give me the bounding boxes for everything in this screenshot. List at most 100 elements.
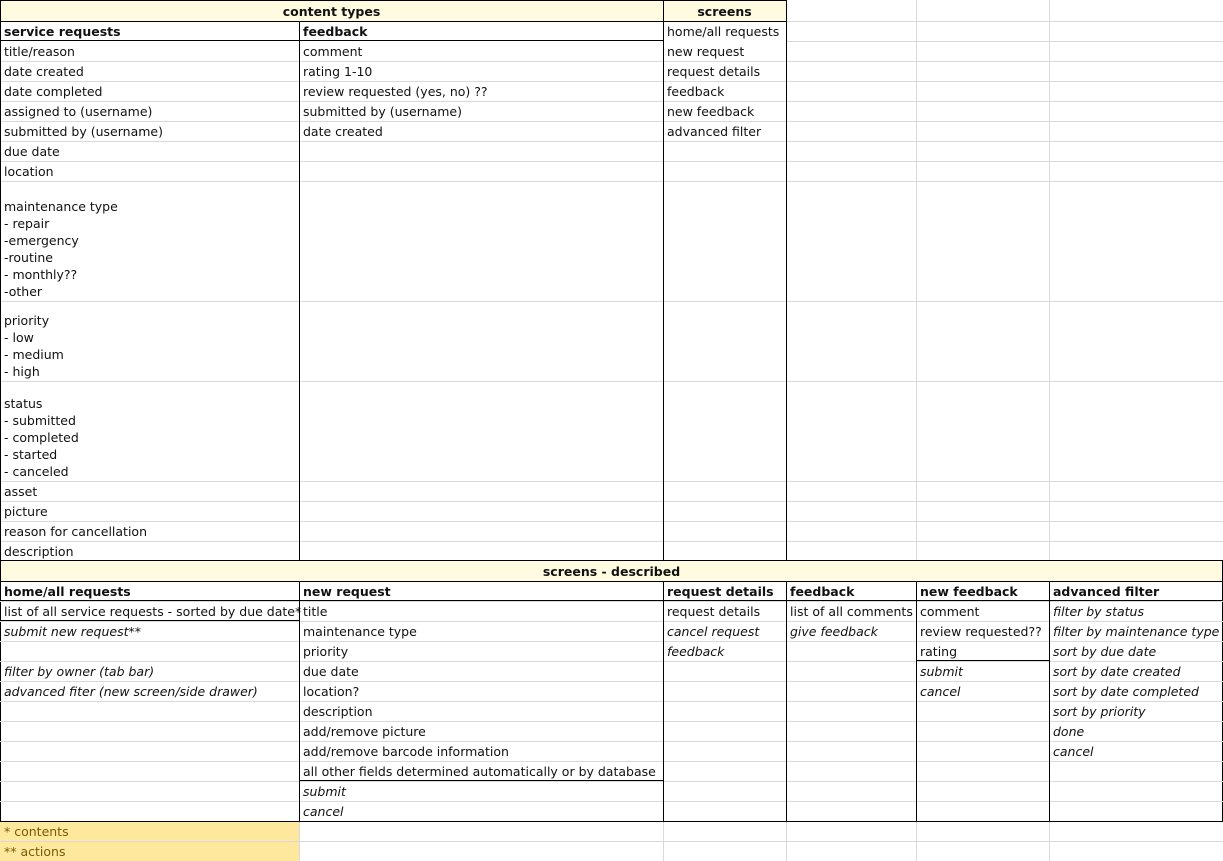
advanced-filter-item[interactable]: done: [1049, 723, 1223, 740]
column-header-feedback[interactable]: feedback: [299, 23, 663, 40]
column-header-service-requests[interactable]: service requests: [0, 23, 299, 40]
column-header-new-request[interactable]: new request: [299, 583, 663, 600]
service-request-field[interactable]: maintenance type - repair -emergency -ro…: [0, 198, 299, 300]
advanced-filter-item[interactable]: sort by priority: [1049, 703, 1223, 720]
screen-item[interactable]: new feedback: [663, 103, 786, 120]
gridline: [663, 301, 786, 302]
service-request-field[interactable]: reason for cancellation: [0, 523, 299, 540]
service-request-field[interactable]: location: [0, 163, 299, 180]
legend-actions[interactable]: ** actions: [0, 843, 299, 860]
advanced-filter-item[interactable]: sort by due date: [1049, 643, 1223, 660]
gridline: [0, 101, 299, 102]
service-request-field[interactable]: status - submitted - completed - started…: [0, 395, 299, 480]
gridline: [663, 61, 786, 62]
gridline: [786, 81, 1223, 82]
gridline: [786, 41, 1223, 42]
home-all-requests-item[interactable]: submit new request**: [0, 623, 299, 640]
advanced-filter-item[interactable]: filter by status: [1049, 603, 1223, 620]
new-request-item[interactable]: add/remove barcode information: [299, 743, 663, 760]
column-header-request-details[interactable]: request details: [663, 583, 786, 600]
gridline: [663, 501, 786, 502]
new-request-item[interactable]: cancel: [299, 803, 663, 820]
gridline: [0, 761, 1223, 762]
request-details-item[interactable]: feedback: [663, 643, 786, 660]
advanced-filter-item[interactable]: filter by maintenance type: [1049, 623, 1223, 640]
gridline: [786, 141, 1223, 142]
home-all-requests-item[interactable]: list of all service requests - sorted by…: [0, 603, 301, 620]
gridline: [0, 661, 1223, 662]
gridline: [786, 21, 1223, 22]
advanced-filter-item[interactable]: sort by date completed: [1049, 683, 1223, 700]
new-request-item[interactable]: submit: [299, 783, 663, 800]
new-feedback-item[interactable]: submit: [916, 663, 1049, 680]
new-request-item[interactable]: all other fields determined automaticall…: [299, 763, 663, 780]
gridline: [786, 481, 1223, 482]
gridline: [0, 721, 1223, 722]
advanced-filter-item[interactable]: cancel: [1049, 743, 1223, 760]
feedback-field[interactable]: date created: [299, 123, 663, 140]
column-header-feedback[interactable]: feedback: [786, 583, 916, 600]
gridline: [0, 21, 786, 22]
gridline: [0, 801, 1223, 802]
service-request-field[interactable]: assigned to (username): [0, 103, 299, 120]
service-request-field[interactable]: due date: [0, 143, 299, 160]
gridline: [0, 821, 1223, 822]
feedback-field[interactable]: review requested (yes, no) ??: [299, 83, 663, 100]
request-details-item[interactable]: request details: [663, 603, 786, 620]
column-header-new-feedback[interactable]: new feedback: [916, 583, 1049, 600]
gridline: [786, 541, 1223, 542]
screen-item[interactable]: advanced filter: [663, 123, 786, 140]
service-request-field[interactable]: asset: [0, 483, 299, 500]
home-all-requests-item[interactable]: advanced fiter (new screen/side drawer): [0, 683, 299, 700]
new-feedback-item[interactable]: review requested??: [916, 623, 1049, 640]
service-request-field[interactable]: date completed: [0, 83, 299, 100]
new-request-item[interactable]: maintenance type: [299, 623, 663, 640]
new-request-item[interactable]: title: [299, 603, 663, 620]
gridline: [786, 521, 1223, 522]
feedback-item[interactable]: give feedback: [786, 623, 916, 640]
feedback-field[interactable]: submitted by (username): [299, 103, 663, 120]
column-header-home-all-requests[interactable]: home/all requests: [0, 583, 299, 600]
new-request-item[interactable]: priority: [299, 643, 663, 660]
gridline: [0, 581, 1223, 582]
gridline: [0, 621, 1223, 622]
service-request-field[interactable]: picture: [0, 503, 299, 520]
new-feedback-item[interactable]: comment: [916, 603, 1049, 620]
service-request-field[interactable]: date created: [0, 63, 299, 80]
gridline: [0, 601, 1223, 602]
service-request-field[interactable]: description: [0, 543, 299, 560]
gridline: [0, 701, 1223, 702]
screen-item[interactable]: home/all requests: [663, 23, 786, 40]
service-request-field[interactable]: priority - low - medium - high: [0, 312, 299, 380]
request-details-item[interactable]: cancel request: [663, 623, 786, 640]
gridline: [0, 781, 1223, 782]
new-feedback-item[interactable]: cancel: [916, 683, 1049, 700]
screen-item[interactable]: request details: [663, 63, 786, 80]
gridline: [299, 181, 663, 182]
new-request-item[interactable]: due date: [299, 663, 663, 680]
feedback-field[interactable]: rating 1-10: [299, 63, 663, 80]
home-all-requests-item[interactable]: filter by owner (tab bar): [0, 663, 299, 680]
gridline: [299, 481, 663, 482]
new-request-item[interactable]: add/remove picture: [299, 723, 663, 740]
new-feedback-item[interactable]: rating: [916, 643, 1049, 660]
gridline: [0, 121, 299, 122]
screen-item[interactable]: new request: [663, 43, 786, 60]
gridline: [299, 121, 663, 122]
group-header-content-types[interactable]: content types: [0, 3, 663, 20]
section-header-screens-described[interactable]: screens - described: [0, 563, 1223, 580]
gridline: [786, 61, 1223, 62]
new-request-item[interactable]: description: [299, 703, 663, 720]
advanced-filter-item[interactable]: sort by date created: [1049, 663, 1223, 680]
gridline: [663, 81, 786, 82]
group-header-screens[interactable]: screens: [663, 3, 786, 20]
service-request-field[interactable]: submitted by (username): [0, 123, 299, 140]
feedback-item[interactable]: list of all comments: [786, 603, 916, 620]
screen-item[interactable]: feedback: [663, 83, 786, 100]
column-header-advanced-filter[interactable]: advanced filter: [1049, 583, 1223, 600]
feedback-field[interactable]: comment: [299, 43, 663, 60]
gridline: [299, 381, 663, 382]
legend-contents[interactable]: * contents: [0, 823, 299, 840]
service-request-field[interactable]: title/reason: [0, 43, 299, 60]
new-request-item[interactable]: location?: [299, 683, 663, 700]
